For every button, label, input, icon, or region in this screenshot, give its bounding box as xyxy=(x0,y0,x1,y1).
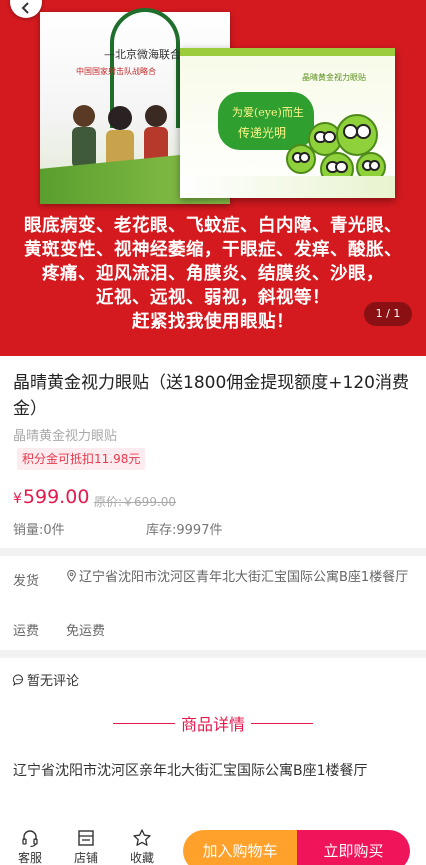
banner-symptom-text: 眼底病变、老花眼、飞蚊症、白内障、青光眼、 黄斑变性、视神经萎缩，干眼症、发痒、… xyxy=(0,214,426,334)
customer-service-label: 客服 xyxy=(17,851,42,865)
sales-count: 销量:0件 xyxy=(13,523,65,538)
product-image-carousel[interactable]: —北京微海联合 中国国家射击队战略合 晶晴黄金视力眼贴 为爱(eye)而生 传递… xyxy=(0,0,426,356)
points-deduction-tag: 积分金可抵扣11.98元 xyxy=(17,448,146,470)
detail-header: 商品详情 xyxy=(0,712,426,734)
favorite-button[interactable]: 收藏 xyxy=(122,828,162,865)
box-right-bottom-strip xyxy=(180,176,395,198)
shipping-section: 发货 辽宁省沈阳市沈河区青年北大街汇宝国际公寓B座1楼餐厅 运费 免运费 xyxy=(0,556,426,650)
product-info-section: 晶晴黄金视力眼贴（送1800佣金提现额度+120消费金） 晶晴黄金视力眼贴 积分… xyxy=(0,356,426,548)
banner-line: 黄斑变性、视神经萎缩，干眼症、发痒、酸胀、 xyxy=(24,240,402,260)
ship-from-address: 辽宁省沈阳市沈河区青年北大街汇宝国际公寓B座1楼餐厅 xyxy=(66,568,414,588)
banner-line: 近视、远视、弱视，斜视等！ xyxy=(96,288,330,308)
mascot-character xyxy=(336,114,378,156)
store-label: 店铺 xyxy=(73,851,98,865)
detail-body-text: 辽宁省沈阳市沈河区亲年北大街汇宝国际公寓B座1楼餐厅 xyxy=(13,763,368,779)
shipping-fee-value: 免运费 xyxy=(66,624,106,639)
address-text: 辽宁省沈阳市沈河区青年北大街汇宝国际公寓B座1楼餐厅 xyxy=(79,570,409,585)
detail-title: 商品详情 xyxy=(180,715,245,734)
slogan-line-1: 为爱(eye)而生 xyxy=(232,106,304,119)
bottom-action-bar: 客服 店铺 收藏 加入购物车 立即购买 xyxy=(0,820,426,865)
divider-line xyxy=(251,722,313,724)
shipping-fee-label: 运费 xyxy=(13,624,40,639)
comments-section[interactable]: 暂无评论 xyxy=(0,658,426,698)
headset-icon xyxy=(22,830,38,848)
mascot-character xyxy=(286,144,316,174)
box-left-subtitle: 中国国家射击队战略合 xyxy=(76,67,156,76)
stock-count: 库存:9997件 xyxy=(146,523,223,538)
comments-text: 暂无评论 xyxy=(27,674,80,689)
comments-status: 暂无评论 xyxy=(12,670,80,689)
banner-line: 疼痛、迎风流泪、角膜炎、结膜炎、沙眼， xyxy=(42,264,384,284)
slogan-badge xyxy=(218,92,314,150)
star-icon xyxy=(133,829,151,846)
location-pin-icon xyxy=(67,569,76,582)
store-icon xyxy=(78,830,94,846)
ship-from-label: 发货 xyxy=(13,574,40,589)
price-value: 599.00 xyxy=(22,486,90,508)
banner-line: 眼底病变、老花眼、飞蚊症、白内障、青光眼、 xyxy=(24,216,402,236)
original-price: 原价:￥699.00 xyxy=(94,495,177,509)
add-to-cart-button[interactable]: 加入购物车 xyxy=(183,830,297,865)
product-title: 晶晴黄金视力眼贴（送1800佣金提现额度+120消费金） xyxy=(13,373,409,419)
product-subtitle: 晶晴黄金视力眼贴 xyxy=(13,429,118,444)
back-button[interactable] xyxy=(10,0,42,18)
box-right-brand: 晶晴黄金视力眼贴 xyxy=(302,73,366,82)
slogan-line-2: 传递光明 xyxy=(238,126,287,140)
product-price: ¥599.00 xyxy=(13,486,89,508)
divider-line xyxy=(112,722,175,724)
carousel-page-indicator: 1 / 1 xyxy=(364,302,412,326)
banner-line: 赶紧找我使用眼贴！ xyxy=(132,312,294,332)
buy-now-button[interactable]: 立即购买 xyxy=(297,830,410,865)
store-button[interactable]: 店铺 xyxy=(66,828,106,865)
chevron-left-icon xyxy=(21,2,29,14)
favorite-label: 收藏 xyxy=(129,851,154,865)
comment-icon xyxy=(12,674,23,687)
currency-symbol: ¥ xyxy=(13,491,22,507)
product-box-image-right: 晶晴黄金视力眼贴 为爱(eye)而生 传递光明 xyxy=(180,48,395,198)
customer-service-button[interactable]: 客服 xyxy=(10,828,50,865)
box-left-title: —北京微海联合 xyxy=(104,48,181,61)
